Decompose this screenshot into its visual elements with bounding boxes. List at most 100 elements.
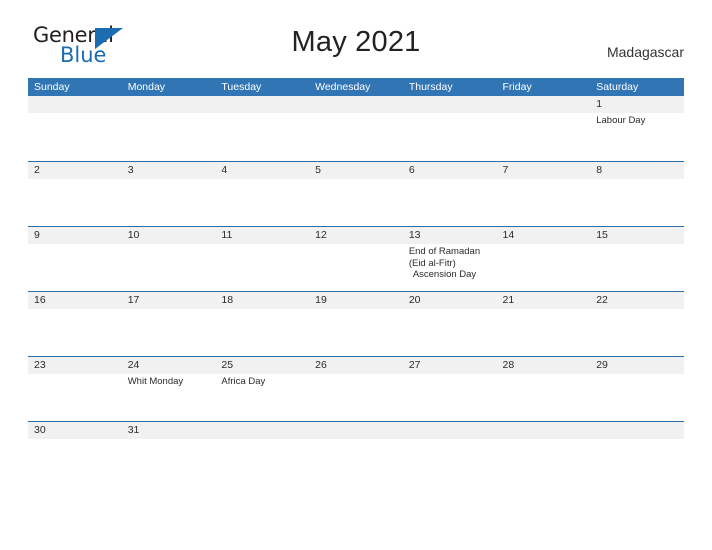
day-number-empty (215, 96, 309, 113)
day-events-empty (497, 179, 591, 226)
calendar-week-row: 30 31 (28, 421, 684, 441)
day-events-empty (28, 309, 122, 356)
weekday-header-thursday: Thursday (408, 81, 453, 93)
day-number-9[interactable]: 9 (28, 227, 122, 244)
day-number-3[interactable]: 3 (122, 162, 216, 179)
day-number-28[interactable]: 28 (497, 357, 591, 374)
day-events-empty (497, 374, 591, 421)
page-title: May 2021 (291, 26, 421, 58)
day-events-empty (590, 374, 684, 421)
day-events-empty (590, 309, 684, 356)
day-number-10[interactable]: 10 (122, 227, 216, 244)
day-number-30[interactable]: 30 (28, 422, 122, 439)
day-number-16[interactable]: 16 (28, 292, 122, 309)
day-events-empty (122, 179, 216, 226)
day-number-23[interactable]: 23 (28, 357, 122, 374)
day-events-empty (215, 309, 309, 356)
day-number-13[interactable]: 13 (403, 227, 497, 244)
day-events-empty (215, 439, 309, 441)
day-number-2[interactable]: 2 (28, 162, 122, 179)
day-number-12[interactable]: 12 (309, 227, 403, 244)
day-number-11[interactable]: 11 (215, 227, 309, 244)
day-events-empty (122, 309, 216, 356)
day-events-empty (122, 113, 216, 160)
weekday-header-tuesday: Tuesday (221, 81, 262, 93)
week-events: End of Ramadan (Eid al-Fitr) Ascension Day (28, 244, 684, 291)
calendar-week-row: 1 Labour Day (28, 96, 684, 161)
weekday-header-friday: Friday (502, 81, 532, 93)
event-label: (Eid al-Fitr) (408, 257, 456, 269)
day-number-25[interactable]: 25 (215, 357, 309, 374)
day-number-8[interactable]: 8 (590, 162, 684, 179)
day-number-14[interactable]: 14 (497, 227, 591, 244)
day-events-13[interactable]: End of Ramadan (Eid al-Fitr) Ascension Day (403, 244, 497, 291)
day-events-25[interactable]: Africa Day (215, 374, 309, 421)
calendar-week-row: 2345678 (28, 161, 684, 226)
week-events (28, 179, 684, 226)
day-events-empty (309, 179, 403, 226)
day-number-19[interactable]: 19 (309, 292, 403, 309)
day-number-20[interactable]: 20 (403, 292, 497, 309)
day-events-empty (309, 309, 403, 356)
day-number-empty (497, 422, 591, 439)
calendar-grid: Sunday Monday Tuesday Wednesday Thursday Frid… (28, 78, 684, 441)
day-events-empty (215, 113, 309, 160)
page-header: General Blue May 2021 Madagascar (0, 0, 712, 66)
day-events-empty (28, 374, 122, 421)
calendar-weeks: 1 Labour Day 2 3 4 5 6 7 8 9 10 11 12 13 14 15 End of Ra… (28, 96, 684, 441)
day-events-empty (28, 439, 122, 441)
day-number-17[interactable]: 17 (122, 292, 216, 309)
day-number-5[interactable]: 5 (309, 162, 403, 179)
week-events: Labour Day (28, 113, 684, 160)
day-events-empty (122, 244, 216, 291)
day-events-empty (403, 374, 497, 421)
day-events-empty (28, 244, 122, 291)
day-number-empty (590, 422, 684, 439)
day-number-7[interactable]: 7 (497, 162, 591, 179)
weekday-header-wednesday: Wednesday (315, 81, 371, 93)
week-events (28, 439, 684, 441)
event-label: Whit Monday (127, 376, 184, 387)
week-events: Whit Monday Africa Day (28, 374, 684, 421)
day-events-24[interactable]: Whit Monday (122, 374, 216, 421)
day-events-empty (590, 244, 684, 291)
event-label: Ascension Day (412, 269, 477, 281)
day-number-22[interactable]: 22 (590, 292, 684, 309)
day-number-31[interactable]: 31 (122, 422, 216, 439)
day-number-29[interactable]: 29 (590, 357, 684, 374)
day-number-21[interactable]: 21 (497, 292, 591, 309)
calendar-week-row: 23 24 25 26 27 28 29 Whit Monday Africa Day (28, 356, 684, 421)
day-number-empty (215, 422, 309, 439)
day-events-1[interactable]: Labour Day (590, 113, 684, 160)
day-number-empty (403, 96, 497, 113)
day-events-empty (309, 113, 403, 160)
day-number-empty (497, 96, 591, 113)
day-number-empty (403, 422, 497, 439)
country-label: Madagascar (606, 44, 684, 60)
day-events-empty (309, 439, 403, 441)
event-label: Labour Day (596, 115, 646, 126)
day-number-18[interactable]: 18 (215, 292, 309, 309)
day-number-6[interactable]: 6 (403, 162, 497, 179)
day-number-empty (309, 96, 403, 113)
event-label: End of Ramadan (408, 246, 481, 257)
week-date-numbers: 23 24 25 26 27 28 29 (28, 357, 684, 374)
day-events-empty (497, 309, 591, 356)
day-number-27[interactable]: 27 (403, 357, 497, 374)
week-events (28, 309, 684, 356)
week-date-numbers: 9 10 11 12 13 14 15 (28, 227, 684, 244)
week-date-numbers: 1 (28, 96, 684, 113)
day-number-24[interactable]: 24 (122, 357, 216, 374)
event-label: Africa Day (221, 376, 266, 387)
day-events-empty (590, 439, 684, 441)
day-number-1[interactable]: 1 (590, 96, 684, 113)
day-events-empty (497, 439, 591, 441)
day-number-26[interactable]: 26 (309, 357, 403, 374)
day-events-empty (590, 179, 684, 226)
day-number-4[interactable]: 4 (215, 162, 309, 179)
day-number-empty (28, 96, 122, 113)
day-number-15[interactable]: 15 (590, 227, 684, 244)
weekday-header-sunday: Sunday (34, 81, 70, 93)
weekday-header-saturday: Saturday (596, 81, 639, 93)
day-events-empty (28, 113, 122, 160)
